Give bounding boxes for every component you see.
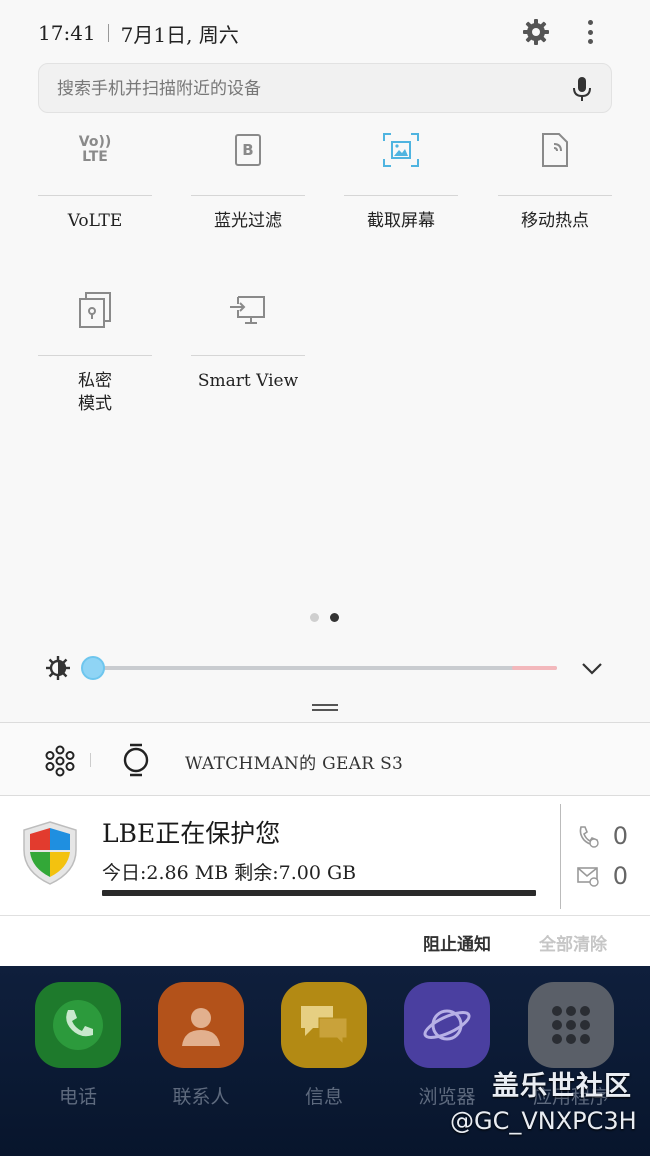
- block-notifications-button[interactable]: 阻止通知: [423, 930, 491, 955]
- volte-icon-bottom: LTE: [82, 149, 108, 165]
- status-row: 17:41 7月1日, 周六: [38, 18, 239, 48]
- notification-title: LBE正在保护您: [102, 819, 281, 848]
- notification-divider: [560, 804, 561, 909]
- smart-view-icon: [191, 280, 305, 340]
- tile-divider: [344, 195, 458, 196]
- search-input[interactable]: [57, 76, 557, 102]
- blocked-calls-count: 0: [612, 822, 628, 850]
- screenshot-icon: [344, 120, 458, 180]
- tile-label-smart-view: Smart View: [197, 371, 299, 391]
- tile-label-volte: VoLTE: [67, 211, 123, 231]
- private-mode-icon: [38, 280, 152, 340]
- clock: 17:41: [38, 21, 96, 45]
- lbe-notification[interactable]: LBE正在保护您 今日:2.86 MB 剩余:7.00 GB 0 0: [0, 796, 650, 916]
- microphone-icon[interactable]: [571, 76, 593, 102]
- blocked-sms-stat: 0: [576, 862, 636, 892]
- device-bar-divider: [90, 753, 91, 767]
- tile-label-hotspot: 移动热点: [521, 211, 589, 231]
- notification-subtitle: 今日:2.86 MB 剩余:7.00 GB: [102, 862, 357, 884]
- blocked-sms-icon: [577, 867, 599, 887]
- blue-light-filter-icon: B: [191, 120, 305, 180]
- page-indicator: [310, 613, 339, 622]
- settings-gear-icon[interactable]: [522, 18, 550, 46]
- volte-icon: Vo)) LTE: [38, 120, 152, 180]
- watermark-community: 盖乐世社区: [492, 1071, 632, 1102]
- tile-label-screenshot: 截取屏幕: [367, 211, 435, 231]
- brightness-icon: [46, 656, 70, 680]
- notification-panel: 17:41 7月1日, 周六 搜索手机并扫描附近的设备 Vo)) LTE VoL…: [0, 0, 650, 966]
- page-dot[interactable]: [310, 613, 319, 622]
- blocked-calls-stat: 0: [576, 822, 636, 852]
- tile-divider: [191, 195, 305, 196]
- volte-icon-top: Vo)): [78, 134, 112, 150]
- app-browser[interactable]: 浏览器: [403, 982, 491, 1109]
- tile-label-private-mode: 私密 模式: [78, 371, 112, 414]
- brightness-high-zone: [512, 666, 557, 670]
- app-contacts[interactable]: 联系人: [157, 982, 245, 1109]
- notification-actions: 阻止通知 全部清除: [0, 916, 650, 966]
- blocked-call-icon: [579, 826, 599, 848]
- tile-divider: [498, 195, 612, 196]
- more-options-icon[interactable]: [578, 18, 602, 46]
- status-divider: [107, 24, 109, 42]
- blocked-sms-count: 0: [612, 862, 628, 890]
- messages-icon: [281, 982, 367, 1068]
- app-label-browser: 浏览器: [418, 1086, 476, 1108]
- app-label-messages: 信息: [304, 1086, 343, 1108]
- app-messages[interactable]: 信息: [280, 982, 368, 1109]
- blue-light-b-glyph: B: [235, 134, 261, 166]
- contacts-icon: [158, 982, 244, 1068]
- tile-label-blue-light: 蓝光过滤: [214, 211, 282, 231]
- connected-devices-icon: [45, 745, 75, 777]
- connected-device-name: WATCHMAN的 GEAR S3: [185, 754, 404, 774]
- app-label-contacts: 联系人: [172, 1086, 230, 1108]
- connected-devices-bar[interactable]: WATCHMAN的 GEAR S3: [0, 722, 650, 796]
- tile-divider: [38, 355, 152, 356]
- tile-divider: [38, 195, 152, 196]
- panel-drag-handle[interactable]: [312, 704, 338, 712]
- tile-divider: [191, 355, 305, 356]
- app-grid-icon: [528, 982, 614, 1068]
- browser-planet-icon: [404, 982, 490, 1068]
- page-dot-active[interactable]: [330, 613, 339, 622]
- clear-all-button[interactable]: 全部清除: [539, 930, 607, 955]
- watch-icon: [123, 743, 149, 777]
- shield-icon: [23, 821, 77, 885]
- brightness-slider-thumb[interactable]: [81, 656, 105, 680]
- phone-icon: [35, 982, 121, 1068]
- app-phone[interactable]: 电话: [34, 982, 122, 1109]
- data-usage-bar: [102, 890, 536, 896]
- app-label-phone: 电话: [58, 1086, 97, 1108]
- mobile-hotspot-icon: [498, 120, 612, 180]
- watermark-handle: @GC_VNXPC3H: [450, 1107, 637, 1135]
- chevron-down-icon[interactable]: [580, 658, 604, 678]
- brightness-slider-track[interactable]: [92, 666, 557, 670]
- date-label: 7月1日, 周六: [120, 22, 239, 47]
- device-search-bar[interactable]: [38, 63, 612, 113]
